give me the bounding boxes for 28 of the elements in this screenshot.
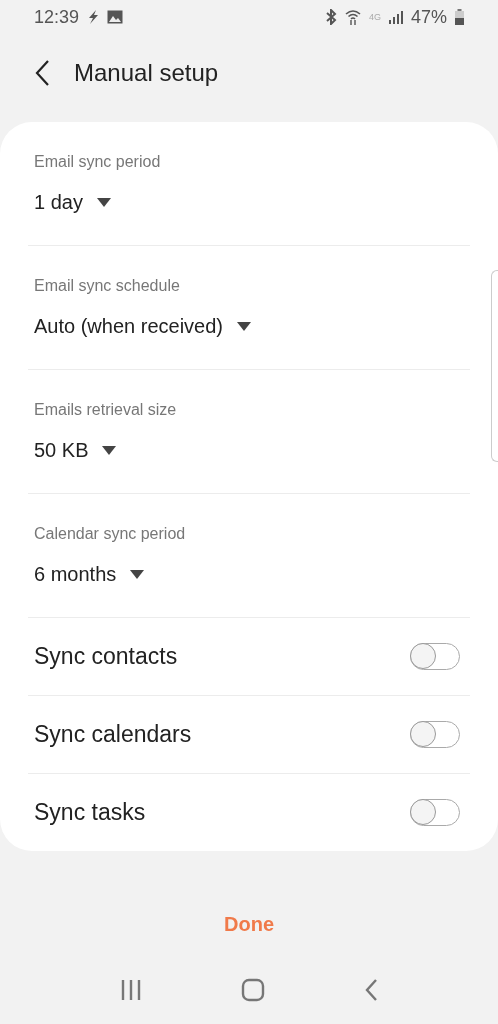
wifi-icon	[344, 9, 361, 25]
image-icon	[107, 10, 124, 24]
flash-icon	[87, 10, 100, 24]
setting-label: Emails retrieval size	[34, 401, 178, 419]
network-type: 4G	[368, 12, 381, 22]
caret-icon	[237, 322, 251, 331]
setting-label: Sync calendars	[34, 721, 192, 748]
dropdown[interactable]: 6 months	[34, 563, 145, 586]
back-icon[interactable]	[34, 59, 50, 87]
caret-icon	[102, 446, 117, 455]
bluetooth-icon	[324, 9, 337, 25]
page-title: Manual setup	[74, 59, 219, 87]
caret-icon	[130, 570, 145, 579]
setting-label: Email sync period	[34, 153, 162, 171]
dropdown[interactable]: 1 day	[34, 191, 111, 214]
battery-icon	[455, 9, 464, 25]
setting-label: Sync contacts	[34, 643, 178, 670]
status-time: 12:39	[34, 6, 80, 28]
dropdown[interactable]: 50 KB	[34, 439, 117, 462]
home-icon[interactable]	[241, 978, 265, 1002]
setting-label: Email sync schedule	[34, 277, 181, 295]
caret-icon	[96, 198, 111, 207]
recent-apps-icon[interactable]	[119, 979, 142, 1001]
dropdown[interactable]: Auto (when received)	[34, 315, 251, 338]
setting-label: Sync tasks	[34, 799, 146, 826]
battery-percent: 47%	[410, 6, 447, 28]
setting-label: Calendar sync period	[34, 525, 187, 543]
signal-icon	[388, 10, 403, 24]
